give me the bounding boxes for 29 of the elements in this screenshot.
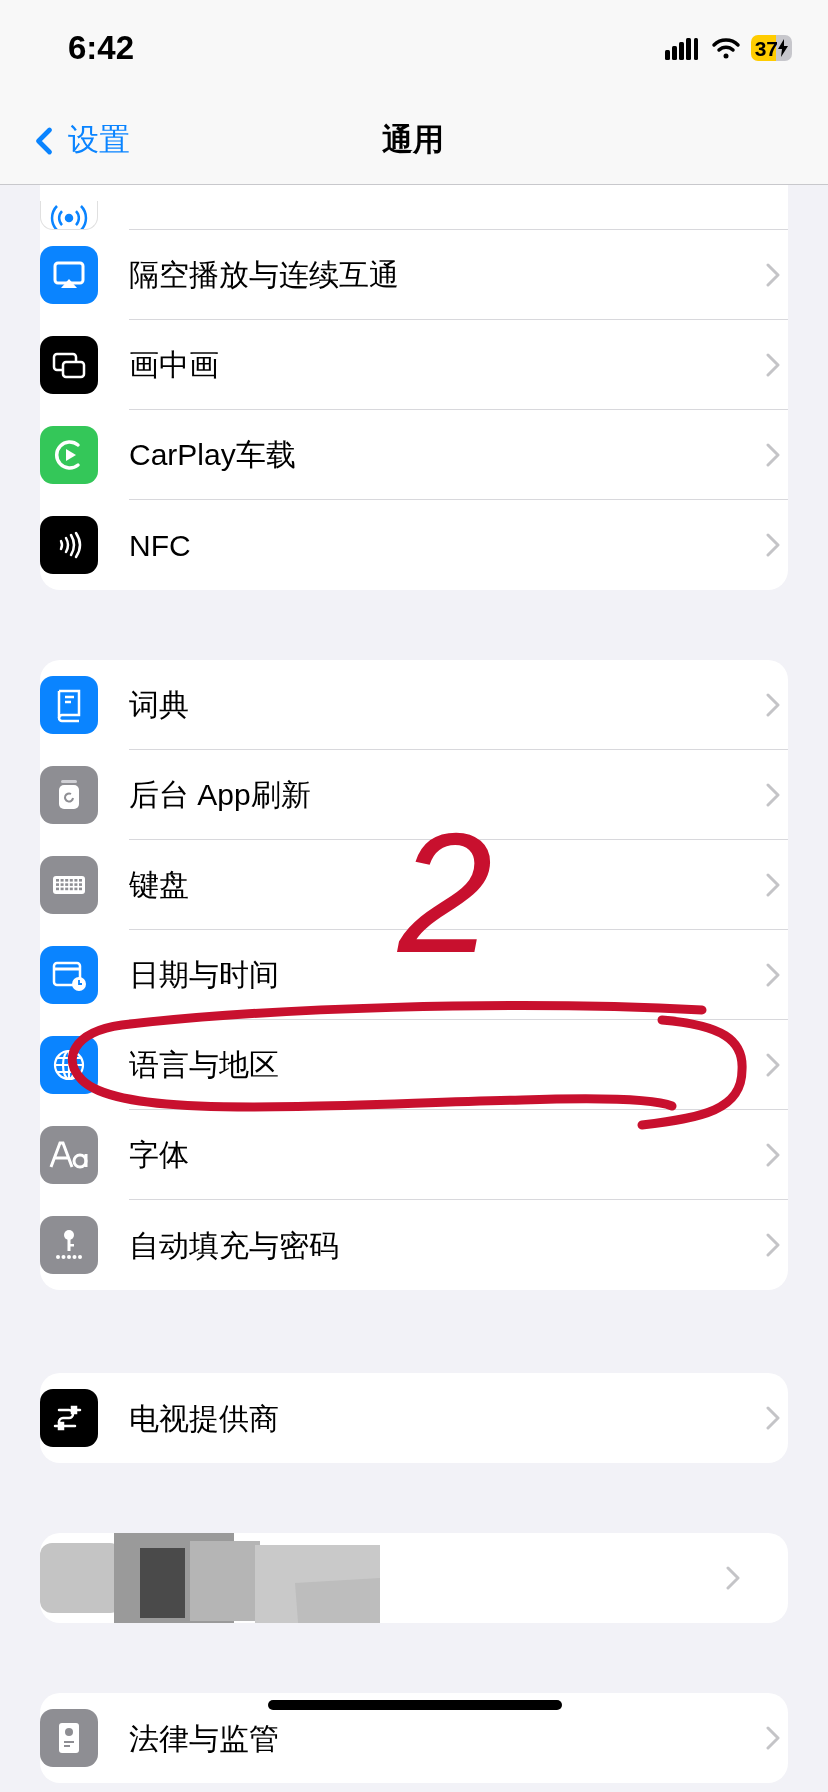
chevron-icon bbox=[726, 1566, 740, 1590]
row-label[interactable]: 自动填充与密码 bbox=[129, 1222, 766, 1268]
row-label[interactable]: NFC bbox=[129, 522, 766, 568]
chevron-icon bbox=[766, 962, 780, 987]
row-label[interactable]: 电视提供商 bbox=[129, 1395, 766, 1441]
chevron-icon bbox=[766, 782, 780, 807]
status-time: 6:42 bbox=[68, 28, 135, 69]
chevron-icon bbox=[766, 1233, 780, 1257]
row-label[interactable]: 词典 bbox=[129, 682, 766, 727]
row-label[interactable]: 法律与监管 bbox=[129, 1715, 766, 1761]
chevron-icon bbox=[766, 262, 780, 287]
chevron-icon bbox=[766, 692, 780, 717]
row-label[interactable]: 字体 bbox=[129, 1132, 766, 1177]
row-label[interactable]: 语言与地区 bbox=[129, 1042, 766, 1087]
chevron-icon bbox=[766, 1142, 780, 1167]
chevron-icon bbox=[766, 533, 780, 557]
chevron-icon bbox=[766, 872, 780, 897]
page-title: 通用 bbox=[382, 121, 444, 160]
signal-icon bbox=[664, 36, 699, 60]
chevron-icon bbox=[766, 1726, 780, 1750]
row-label[interactable]: CarPlay车载 bbox=[129, 432, 766, 477]
chevron-icon bbox=[766, 1052, 780, 1077]
charging-icon bbox=[778, 39, 788, 57]
chevron-icon bbox=[766, 442, 780, 467]
row-label[interactable]: 隔空播放与连续互通 bbox=[129, 252, 766, 297]
chevron-icon bbox=[766, 1406, 780, 1430]
wifi-icon bbox=[710, 36, 741, 60]
chevron-icon bbox=[766, 352, 780, 377]
row-label[interactable]: 画中画 bbox=[129, 342, 766, 387]
